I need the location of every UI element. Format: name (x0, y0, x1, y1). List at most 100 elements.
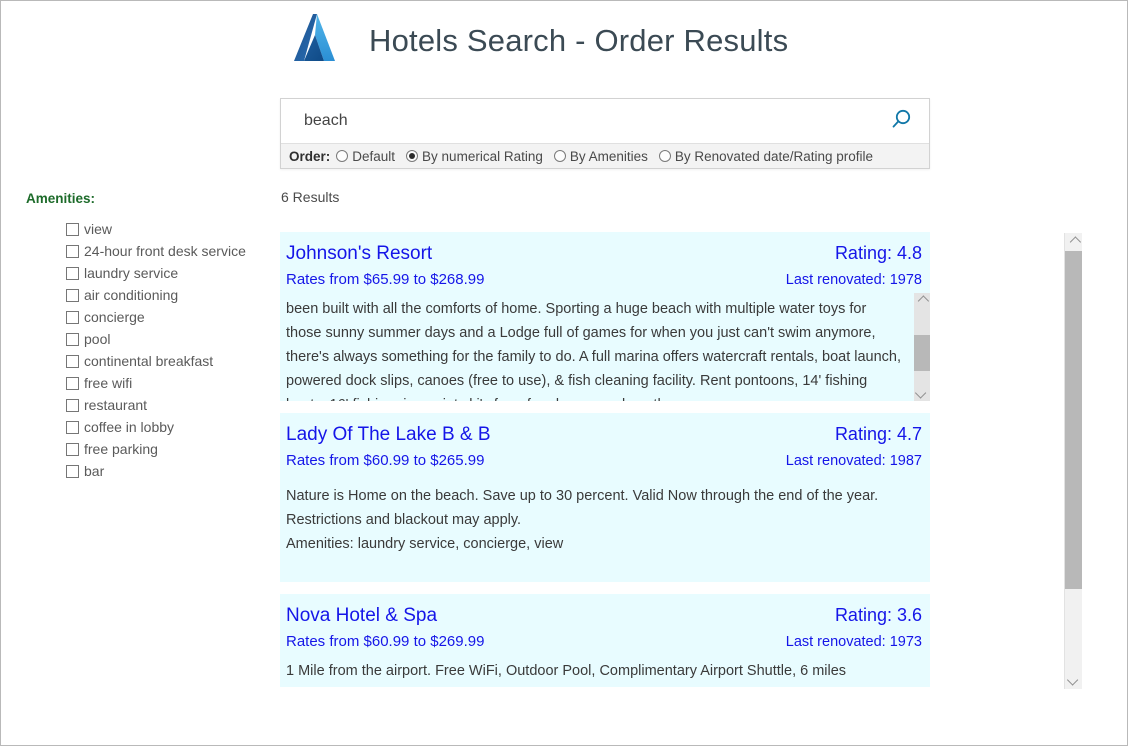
hotel-meta-row: Rates from $60.99 to $269.99 Last renova… (280, 629, 930, 655)
radio-amenities[interactable] (553, 150, 566, 162)
checkbox-icon[interactable] (66, 376, 79, 390)
amenity-item-continental-breakfast[interactable]: continental breakfast (66, 350, 271, 372)
amenity-item-laundry-service[interactable]: laundry service (66, 262, 271, 284)
amenity-item-view[interactable]: view (66, 218, 271, 240)
order-option-numerical-rating[interactable]: By numerical Rating (406, 149, 543, 164)
checkbox-icon[interactable] (66, 244, 79, 258)
checkbox-icon[interactable] (66, 266, 79, 280)
amenity-label: view (84, 221, 113, 237)
amenity-item-front-desk[interactable]: 24-hour front desk service (66, 240, 271, 262)
amenity-label: free parking (84, 441, 158, 457)
checkbox-icon[interactable] (66, 222, 79, 236)
app-window: Hotels Search - Order Results Order: Def… (0, 0, 1128, 746)
hotel-description-scrollbox[interactable]: been built with all the comforts of home… (280, 293, 930, 401)
amenity-item-concierge[interactable]: concierge (66, 306, 271, 328)
order-option-renovated-date[interactable]: By Renovated date/Rating profile (658, 148, 874, 164)
hotel-header-row: Lady Of The Lake B & B Rating: 4.7 (280, 421, 930, 448)
hotel-amenities-line: Amenities: laundry service, concierge, v… (286, 536, 564, 552)
checkbox-icon[interactable] (66, 288, 79, 302)
hotel-description: Nature is Home on the beach. Save up to … (286, 488, 879, 528)
amenity-label: bar (84, 463, 105, 479)
hotel-description: been built with all the comforts of home… (286, 301, 902, 401)
hotel-renovated: Last renovated: 1987 (785, 453, 922, 469)
hotel-description-scrollbox[interactable]: 1 Mile from the airport. Free WiFi, Outd… (280, 655, 930, 687)
amenity-item-pool[interactable]: pool (66, 328, 271, 350)
results-count: 6 Results (281, 189, 340, 205)
amenity-label: free wifi (84, 375, 133, 391)
amenity-item-free-wifi[interactable]: free wifi (66, 372, 271, 394)
amenities-list: view 24-hour front desk service laundry … (26, 218, 271, 482)
amenities-sidebar: Amenities: view 24-hour front desk servi… (26, 191, 271, 482)
hotel-name-link[interactable]: Nova Hotel & Spa (286, 603, 437, 629)
scroll-up-arrow-icon[interactable] (1065, 233, 1082, 251)
amenity-item-restaurant[interactable]: restaurant (66, 394, 271, 416)
order-option-label: By Amenities (569, 148, 648, 164)
results-page-scrollbar[interactable] (1064, 233, 1082, 689)
amenity-label: air conditioning (84, 287, 179, 303)
amenity-label: restaurant (84, 397, 148, 413)
scrollbar-track[interactable] (1065, 251, 1082, 671)
app-header: Hotels Search - Order Results (291, 9, 788, 73)
radio-renovated-date[interactable] (658, 150, 671, 162)
amenity-item-bar[interactable]: bar (66, 460, 271, 482)
hotel-renovated: Last renovated: 1973 (785, 634, 922, 650)
hotel-header-row: Johnson's Resort Rating: 4.8 (280, 240, 930, 267)
results-list: Johnson's Resort Rating: 4.8 Rates from … (280, 232, 1080, 690)
amenity-item-coffee-in-lobby[interactable]: coffee in lobby (66, 416, 271, 438)
checkbox-icon[interactable] (66, 464, 79, 478)
radio-default[interactable] (336, 150, 349, 162)
order-options-row: Order: Default By numerical Rating By Am… (281, 143, 929, 168)
hotel-result-card[interactable]: Nova Hotel & Spa Rating: 3.6 Rates from … (280, 594, 930, 687)
amenity-label: laundry service (84, 265, 179, 281)
amenity-item-air-conditioning[interactable]: air conditioning (66, 284, 271, 306)
order-option-label: Default (352, 148, 396, 164)
amenity-label: coffee in lobby (84, 419, 175, 435)
radio-numerical-rating[interactable] (406, 150, 419, 162)
scrollbar-thumb[interactable] (1065, 251, 1082, 589)
scroll-up-arrow-icon[interactable] (914, 293, 930, 309)
search-button[interactable] (873, 99, 929, 143)
hotel-meta-row: Rates from $65.99 to $268.99 Last renova… (280, 267, 930, 293)
order-option-label: By numerical Rating (422, 148, 543, 164)
hotel-rating: Rating: 3.6 (834, 605, 922, 625)
amenity-label: continental breakfast (84, 353, 214, 369)
checkbox-icon[interactable] (66, 398, 79, 412)
hotel-result-card[interactable]: Johnson's Resort Rating: 4.8 Rates from … (280, 232, 930, 401)
hotel-name-link[interactable]: Lady Of The Lake B & B (286, 422, 491, 448)
amenity-label: 24-hour front desk service (84, 243, 246, 259)
amenity-item-free-parking[interactable]: free parking (66, 438, 271, 460)
search-icon (888, 107, 914, 136)
page-title: Hotels Search - Order Results (369, 23, 789, 58)
amenity-label: pool (84, 331, 111, 347)
hotel-name-link[interactable]: Johnson's Resort (286, 241, 432, 267)
hotel-result-card[interactable]: Lady Of The Lake B & B Rating: 4.7 Rates… (280, 413, 930, 582)
description-scrollbar[interactable] (914, 293, 930, 401)
checkbox-icon[interactable] (66, 354, 79, 368)
amenity-label: concierge (84, 309, 145, 325)
hotel-meta-row: Rates from $60.99 to $265.99 Last renova… (280, 448, 930, 474)
search-panel: Order: Default By numerical Rating By Am… (280, 98, 930, 169)
scroll-down-arrow-icon[interactable] (914, 385, 930, 401)
checkbox-icon[interactable] (66, 310, 79, 324)
checkbox-icon[interactable] (66, 442, 79, 456)
hotel-rating: Rating: 4.7 (834, 424, 922, 444)
hotel-header-row: Nova Hotel & Spa Rating: 3.6 (280, 602, 930, 629)
order-option-amenities[interactable]: By Amenities (553, 148, 648, 164)
hotel-rates-link[interactable]: Rates from $60.99 to $265.99 (286, 448, 484, 474)
checkbox-icon[interactable] (66, 332, 79, 346)
order-label: Order: (289, 148, 331, 164)
order-option-label: By Renovated date/Rating profile (674, 148, 874, 164)
hotel-rates-link: Rates from $60.99 to $269.99 (286, 633, 485, 650)
search-input[interactable] (281, 112, 873, 130)
hotel-description: 1 Mile from the airport. Free WiFi, Outd… (286, 663, 847, 679)
hotel-rates-link[interactable]: Rates from $65.99 to $268.99 (286, 267, 484, 293)
scrollbar-thumb[interactable] (914, 335, 930, 371)
order-option-default[interactable]: Default (336, 149, 395, 164)
hotel-renovated: Last renovated: 1978 (785, 272, 922, 288)
azure-logo-icon (291, 9, 351, 73)
search-row (281, 99, 929, 143)
checkbox-icon[interactable] (66, 420, 79, 434)
hotel-description-scrollbox[interactable]: Nature is Home on the beach. Save up to … (280, 474, 930, 582)
scroll-down-arrow-icon[interactable] (1065, 671, 1082, 689)
scrollbar-track[interactable] (914, 309, 930, 385)
